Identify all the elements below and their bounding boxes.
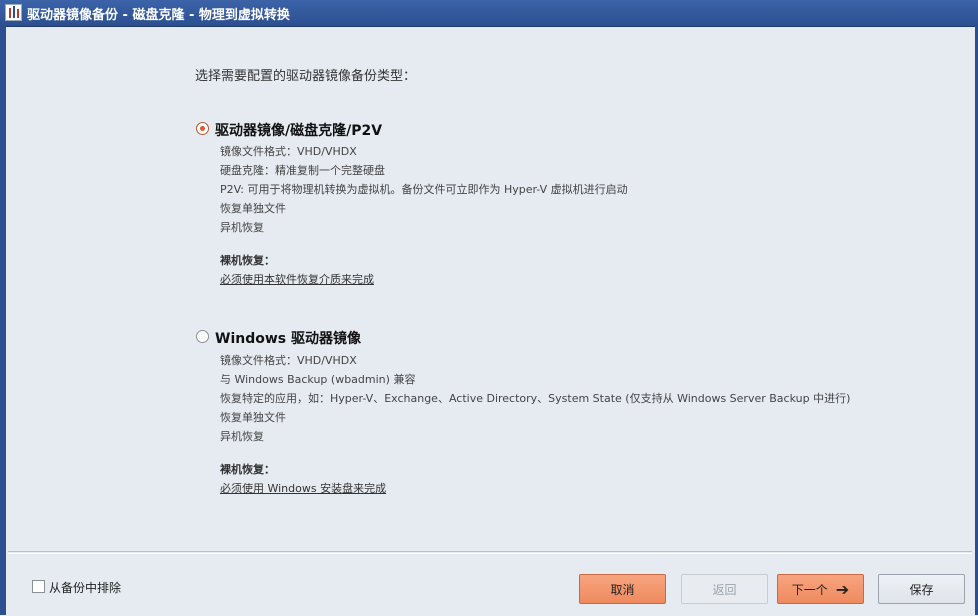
arrow-right-icon: ➔ <box>835 579 850 599</box>
desc-line: 与 Windows Backup (wbadmin) 兼容 <box>220 373 416 386</box>
save-label: 保存 <box>909 582 934 597</box>
desc-line: 恢复特定的应用，如：Hyper-V、Exchange、Active Direct… <box>220 392 851 405</box>
cancel-label: 取消 <box>610 582 635 597</box>
back-label: 返回 <box>712 582 737 597</box>
next-label: 下一个 <box>791 582 828 597</box>
window-border-left <box>0 26 6 615</box>
exclude-checkbox[interactable] <box>32 580 45 593</box>
desc-line: 异机恢复 <box>220 221 264 234</box>
app-icon <box>5 4 22 21</box>
desc-line: 镜像文件格式：VHD/VHDX <box>220 354 357 367</box>
title-bar: 驱动器镜像备份 - 磁盘克隆 - 物理到虚拟转换 <box>0 0 978 27</box>
bmr-link[interactable]: 必须使用 Windows 安装盘来完成 <box>220 480 386 496</box>
option-title[interactable]: Windows 驱动器镜像 <box>215 328 361 348</box>
desc-line: 异机恢复 <box>220 430 264 443</box>
bmr-label: 裸机恢复： <box>220 463 275 476</box>
desc-line: P2V: 可用于将物理机转换为虚拟机。备份文件可立即作为 Hyper-V 虚拟机… <box>220 183 628 196</box>
bmr-label: 裸机恢复： <box>220 254 275 267</box>
next-button[interactable]: 下一个 ➔ <box>777 574 864 604</box>
exclude-label[interactable]: 从备份中排除 <box>49 579 121 596</box>
window-title: 驱动器镜像备份 - 磁盘克隆 - 物理到虚拟转换 <box>27 8 290 23</box>
back-button[interactable]: 返回 <box>681 574 768 604</box>
desc-line: 恢复单独文件 <box>220 202 286 215</box>
radio-drive-image[interactable] <box>196 122 209 135</box>
desc-line: 硬盘克隆：精准复制一个完整硬盘 <box>220 164 385 177</box>
desc-line: 恢复单独文件 <box>220 411 286 424</box>
cancel-button[interactable]: 取消 <box>579 574 666 604</box>
bmr-link[interactable]: 必须使用本软件恢复介质来完成 <box>220 271 374 287</box>
prompt-text: 选择需要配置的驱动器镜像备份类型： <box>195 69 417 84</box>
option-title[interactable]: 驱动器镜像/磁盘克隆/P2V <box>215 120 382 140</box>
desc-line: 镜像文件格式：VHD/VHDX <box>220 145 357 158</box>
main-panel: 选择需要配置的驱动器镜像备份类型： 驱动器镜像/磁盘克隆/P2V 镜像文件格式：… <box>8 27 972 552</box>
radio-windows-image[interactable] <box>196 330 209 343</box>
footer-bar: 从备份中排除 取消 返回 下一个 ➔ 保存 <box>8 553 972 616</box>
save-button[interactable]: 保存 <box>878 574 965 604</box>
